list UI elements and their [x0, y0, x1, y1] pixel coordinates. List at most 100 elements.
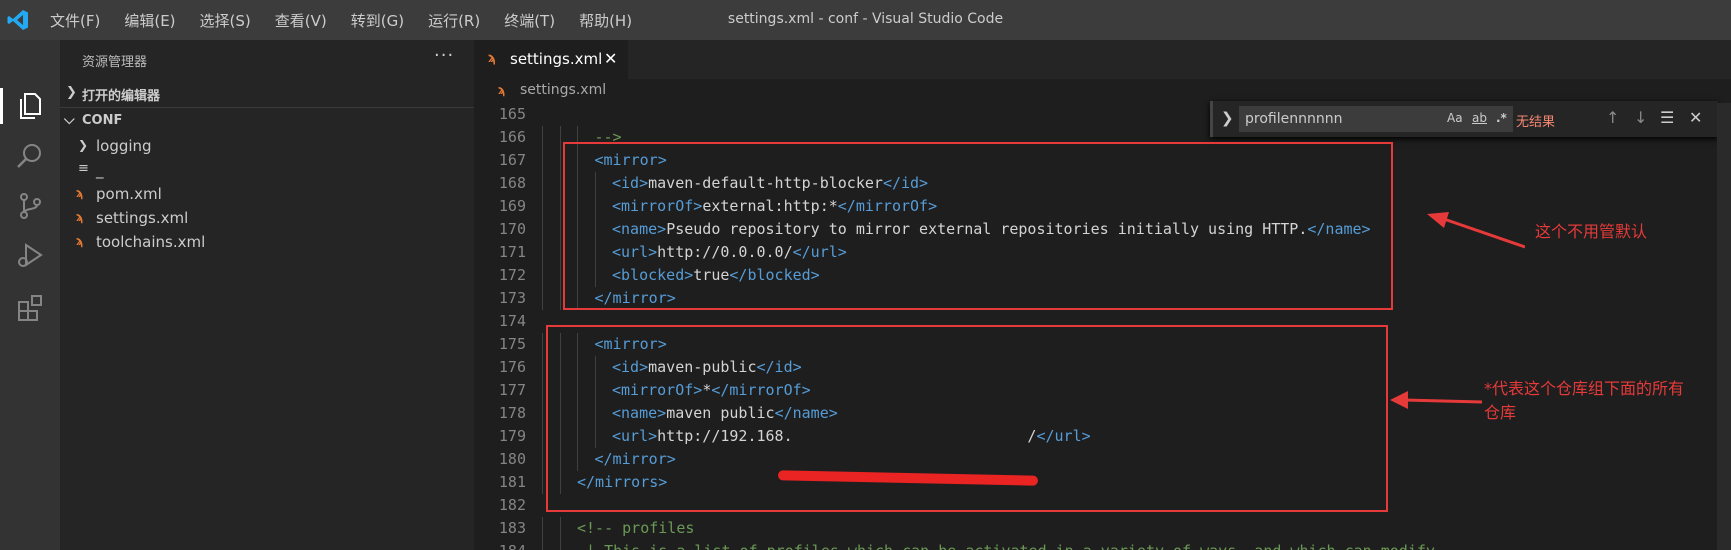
annotation-arrow-1 — [1427, 212, 1525, 249]
tree-item-label: logging — [96, 137, 152, 155]
whole-word-icon[interactable]: ab — [1472, 111, 1487, 125]
search-icon[interactable] — [14, 140, 46, 172]
line-number: 180 — [498, 450, 526, 468]
find-widget: ❯ profilennnnnn Aa ab .* 无结果 ↑ ↓ ☰ ✕ — [1210, 101, 1718, 137]
tree-item-settings-xml[interactable]: ϡ settings.xml — [60, 206, 474, 232]
code-line[interactable]: 183 <!-- profiles — [474, 517, 1731, 540]
close-icon[interactable]: ✕ — [1689, 108, 1702, 127]
arrow-up-icon[interactable]: ↑ — [1606, 108, 1619, 127]
explorer-title: 资源管理器 — [82, 55, 148, 70]
indent-guide — [542, 402, 543, 425]
source-control-icon[interactable] — [14, 190, 46, 222]
tab-settings-xml[interactable]: ϡ settings.xml ✕ — [474, 40, 628, 79]
indent-guide — [542, 540, 543, 550]
indent-guide — [559, 540, 561, 550]
menu-selection[interactable]: 选择(S) — [200, 10, 251, 31]
rss-xml-icon: ϡ — [498, 83, 506, 97]
line-number: 183 — [498, 519, 526, 537]
explorer-sidebar: 资源管理器 ··· ❯ 打开的编辑器 ⌵ CONF ❯ logging ≡ _ … — [60, 40, 474, 550]
menu-go[interactable]: 转到(G) — [351, 10, 404, 31]
tree-item-underscore[interactable]: ≡ _ — [60, 158, 474, 184]
vscode-logo-icon — [7, 10, 28, 30]
line-number: 168 — [498, 174, 526, 192]
breadcrumb-label: settings.xml — [520, 82, 607, 98]
annotation-note-2-line-1: *代表这个仓库组下面的所有 — [1484, 379, 1685, 398]
indent-guide — [559, 287, 561, 310]
line-number: 176 — [498, 358, 526, 376]
indent-guide — [542, 379, 543, 402]
find-result-status: 无结果 — [1516, 115, 1556, 130]
menu-bar: 文件(F) 编辑(E) 选择(S) 查看(V) 转到(G) 运行(R) 终端(T… — [50, 0, 656, 40]
explorer-files-icon[interactable] — [14, 90, 46, 122]
line-number: 165 — [498, 105, 526, 123]
indent-guide — [542, 172, 543, 195]
code-text: <!-- profiles — [577, 519, 694, 537]
breadcrumb[interactable]: ϡ settings.xml — [474, 79, 1731, 103]
active-indicator — [0, 88, 3, 124]
indent-guide — [542, 126, 543, 149]
run-debug-icon[interactable] — [14, 240, 46, 272]
lines-file-icon: ≡ — [78, 161, 89, 176]
indent-guide — [559, 241, 561, 264]
rss-xml-icon: ϡ — [76, 186, 84, 200]
menu-edit[interactable]: 编辑(E) — [124, 10, 175, 31]
more-actions-icon[interactable]: ··· — [434, 45, 454, 66]
indent-guide — [559, 149, 561, 172]
folder-label: CONF — [82, 113, 123, 128]
menu-run[interactable]: 运行(R) — [428, 10, 480, 31]
title-bar: 文件(F) 编辑(E) 选择(S) 查看(V) 转到(G) 运行(R) 终端(T… — [0, 0, 1731, 40]
line-number: 177 — [498, 381, 526, 399]
close-icon[interactable]: ✕ — [604, 49, 617, 68]
regex-icon[interactable]: .* — [1496, 111, 1507, 125]
indent-guide — [542, 333, 543, 356]
open-editors-section[interactable]: ❯ 打开的编辑器 — [60, 80, 474, 107]
code-text: | This is a list of profiles which can b… — [577, 542, 1435, 550]
tree-item-logging[interactable]: ❯ logging — [60, 134, 474, 160]
annotation-box-mirror-1 — [563, 142, 1393, 310]
rss-xml-icon: ϡ — [76, 210, 84, 224]
indent-guide — [559, 195, 561, 218]
indent-guide — [559, 517, 561, 540]
indent-guide — [542, 218, 543, 241]
indent-guide — [542, 264, 543, 287]
menu-view[interactable]: 查看(V) — [275, 10, 327, 31]
indent-guide — [542, 356, 543, 379]
annotation-arrow-2 — [1390, 391, 1482, 409]
annotation-note-1: 这个不用管默认 — [1535, 222, 1648, 241]
menu-terminal[interactable]: 终端(T) — [504, 10, 555, 31]
tab-bar: ϡ settings.xml ✕ — [474, 40, 1731, 79]
folder-section[interactable]: ⌵ CONF — [60, 107, 474, 135]
match-case-icon[interactable]: Aa — [1447, 111, 1463, 125]
activity-bar — [0, 40, 60, 550]
code-line[interactable]: 184 | This is a list of profiles which c… — [474, 540, 1731, 550]
tree-item-pom-xml[interactable]: ϡ pom.xml — [60, 182, 474, 208]
tree-item-toolchains-xml[interactable]: ϡ toolchains.xml — [60, 230, 474, 256]
indent-guide — [542, 149, 543, 172]
line-number: 170 — [498, 220, 526, 238]
line-number: 179 — [498, 427, 526, 445]
arrow-down-icon[interactable]: ↓ — [1634, 108, 1647, 127]
indent-guide — [542, 195, 543, 218]
indent-guide — [542, 471, 543, 494]
annotation-note-2: *代表这个仓库组下面的所有 仓库 — [1484, 377, 1684, 425]
rss-xml-icon: ϡ — [488, 51, 497, 66]
line-number: 167 — [498, 151, 526, 169]
line-number: 166 — [498, 128, 526, 146]
line-number: 169 — [498, 197, 526, 215]
xml-comment: <!-- profiles — [577, 519, 695, 537]
find-in-selection-icon[interactable]: ☰ — [1660, 108, 1674, 127]
annotation-note-2-line-2: 仓库 — [1484, 403, 1517, 422]
menu-file[interactable]: 文件(F) — [50, 10, 100, 31]
extensions-icon[interactable] — [14, 292, 46, 324]
line-number: 173 — [498, 289, 526, 307]
indent-guide — [542, 287, 543, 310]
line-number: 175 — [498, 335, 526, 353]
chevron-right-icon: ❯ — [78, 138, 89, 152]
vertical-scrollbar[interactable] — [1717, 103, 1731, 550]
annotation-box-mirror-2 — [546, 325, 1388, 512]
line-number: 172 — [498, 266, 526, 284]
line-number: 182 — [498, 496, 526, 514]
menu-help[interactable]: 帮助(H) — [579, 10, 632, 31]
line-number: 174 — [498, 312, 526, 330]
toggle-replace-icon[interactable]: ❯ — [1221, 109, 1234, 127]
